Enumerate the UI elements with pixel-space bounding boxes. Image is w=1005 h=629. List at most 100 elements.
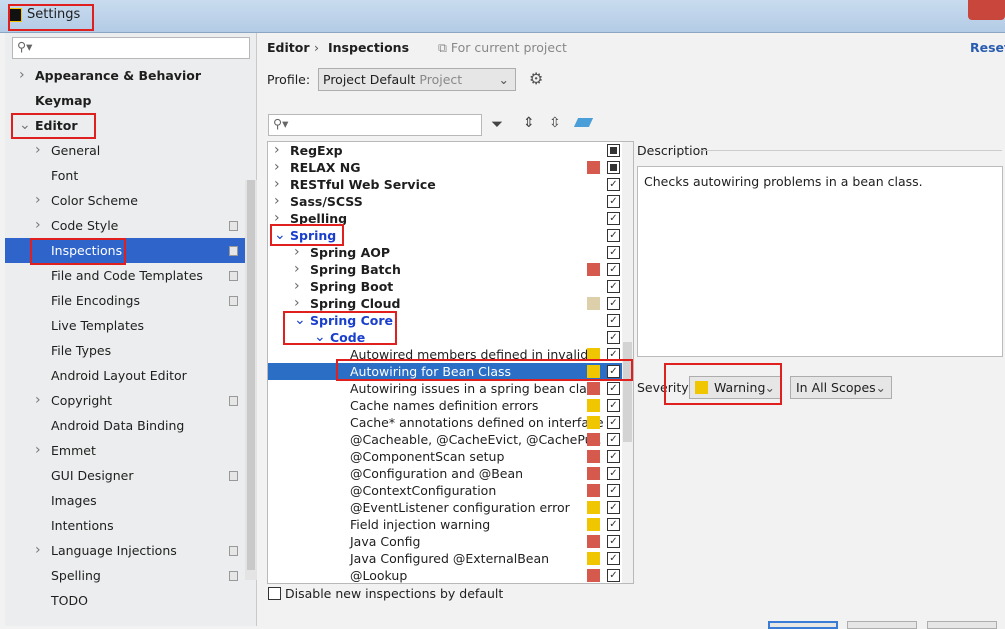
sidebar-item[interactable]: › Color Scheme — [5, 188, 245, 213]
chevron-right-icon[interactable]: › — [19, 63, 25, 88]
chevron-right-icon[interactable]: › — [35, 188, 41, 213]
sidebar-item[interactable]: Inspections — [5, 238, 245, 263]
tree-row[interactable]: Java Config ✓ — [268, 533, 622, 550]
sidebar-item[interactable]: › General — [5, 138, 245, 163]
tree-row[interactable]: @Cacheable, @CacheEvict, @CachePut, ✓ — [268, 431, 622, 448]
tree-row[interactable]: @Configuration and @Bean ✓ — [268, 465, 622, 482]
chevron-down-icon[interactable]: ⌄ — [19, 113, 31, 138]
tree-row[interactable]: Field injection warning ✓ — [268, 516, 622, 533]
chevron-right-icon[interactable]: › — [35, 213, 41, 238]
inspection-checkbox[interactable]: ✓ — [607, 501, 620, 514]
chevron-down-icon[interactable]: ⌄ — [314, 329, 326, 346]
tree-row[interactable]: › Spring Batch ✓ — [268, 261, 622, 278]
sidebar-item[interactable]: › Copyright — [5, 388, 245, 413]
collapse-all-icon[interactable]: ⇳ — [549, 115, 561, 131]
tree-row[interactable]: ⌄ Spring ✓ — [268, 227, 622, 244]
sidebar-item[interactable]: File and Code Templates — [5, 263, 245, 288]
tree-row[interactable]: ⌄ Spring Core ✓ — [268, 312, 622, 329]
sidebar-item[interactable]: Intentions — [5, 513, 245, 538]
tree-row[interactable]: Cache names definition errors ✓ — [268, 397, 622, 414]
sidebar-item[interactable]: Font — [5, 163, 245, 188]
sidebar-item[interactable]: › Emmet — [5, 438, 245, 463]
sidebar-item[interactable]: File Types — [5, 338, 245, 363]
chevron-down-icon[interactable]: ⌄ — [274, 227, 286, 244]
inspection-checkbox[interactable]: ✓ — [607, 416, 620, 429]
breadcrumb-editor[interactable]: Editor — [267, 40, 310, 55]
sidebar-item[interactable]: TODO — [5, 588, 245, 613]
chevron-right-icon[interactable]: › — [274, 210, 280, 227]
inspection-checkbox[interactable]: ✓ — [607, 518, 620, 531]
disable-new-checkbox[interactable] — [268, 587, 281, 600]
inspection-checkbox[interactable]: ✓ — [607, 212, 620, 225]
inspection-checkbox[interactable]: ✓ — [607, 450, 620, 463]
inspection-checkbox[interactable]: ✓ — [607, 331, 620, 344]
sidebar-item[interactable]: Keymap — [5, 88, 245, 113]
tree-row[interactable]: Autowiring issues in a spring bean class… — [268, 380, 622, 397]
chevron-right-icon[interactable]: › — [274, 193, 280, 210]
tree-row[interactable]: Java Configured @ExternalBean ✓ — [268, 550, 622, 567]
sidebar-item[interactable]: Images — [5, 488, 245, 513]
inspection-checkbox[interactable]: ✓ — [607, 399, 620, 412]
tree-row[interactable]: Autowiring for Bean Class ✓ — [268, 363, 622, 380]
cancel-button[interactable] — [847, 621, 917, 629]
sidebar-item[interactable]: › Code Style — [5, 213, 245, 238]
severity-dropdown[interactable]: Warning ⌄ — [689, 376, 781, 399]
chevron-down-icon[interactable]: ⌄ — [294, 312, 306, 329]
inspection-checkbox[interactable]: ✓ — [607, 382, 620, 395]
chevron-right-icon[interactable]: › — [274, 176, 280, 193]
sidebar-item[interactable]: File Encodings — [5, 288, 245, 313]
filter-icon[interactable]: ⏷ — [491, 115, 503, 133]
tree-row[interactable]: › Spring AOP ✓ — [268, 244, 622, 261]
chevron-right-icon[interactable]: › — [35, 438, 41, 463]
tree-row[interactable]: @ContextConfiguration ✓ — [268, 482, 622, 499]
inspection-checkbox[interactable]: ✓ — [607, 365, 620, 378]
chevron-right-icon[interactable]: › — [294, 244, 300, 261]
inspection-checkbox[interactable]: ✓ — [607, 297, 620, 310]
tree-row[interactable]: › Spring Boot ✓ — [268, 278, 622, 295]
reset-link[interactable]: Reset — [970, 40, 1005, 55]
chevron-right-icon[interactable]: › — [274, 142, 280, 159]
tree-row[interactable]: › Spelling ✓ — [268, 210, 622, 227]
tree-row[interactable]: Cache* annotations defined on interface ✓ — [268, 414, 622, 431]
tree-row[interactable]: › Spring Cloud ✓ — [268, 295, 622, 312]
tree-row[interactable]: @EventListener configuration error ✓ — [268, 499, 622, 516]
inspection-checkbox[interactable]: ✓ — [607, 229, 620, 242]
inspection-checkbox[interactable]: ✓ — [607, 467, 620, 480]
tree-row[interactable]: › RESTful Web Service ✓ — [268, 176, 622, 193]
sidebar-item[interactable]: Android Data Binding — [5, 413, 245, 438]
inspection-search-input[interactable]: ⚲▾ — [268, 114, 482, 136]
profile-dropdown[interactable]: Project Default Project ⌄ — [318, 68, 516, 91]
inspection-checkbox[interactable]: ✓ — [607, 195, 620, 208]
inspection-checkbox[interactable] — [607, 144, 620, 157]
close-button[interactable] — [968, 0, 1005, 20]
sidebar-search-input[interactable]: ⚲▾ — [12, 37, 250, 59]
inspection-checkbox[interactable]: ✓ — [607, 348, 620, 361]
inspection-checkbox[interactable]: ✓ — [607, 178, 620, 191]
inspection-checkbox[interactable]: ✓ — [607, 246, 620, 259]
inspection-checkbox[interactable]: ✓ — [607, 280, 620, 293]
sidebar-scrollbar[interactable] — [245, 180, 257, 580]
tree-row[interactable]: ⌄ Code ✓ — [268, 329, 622, 346]
inspection-checkbox[interactable]: ✓ — [607, 569, 620, 582]
ok-button[interactable] — [768, 621, 838, 629]
expand-all-icon[interactable]: ⇕ — [523, 115, 535, 131]
sidebar-item[interactable]: GUI Designer — [5, 463, 245, 488]
inspection-checkbox[interactable]: ✓ — [607, 433, 620, 446]
apply-button[interactable] — [927, 621, 997, 629]
sidebar-item[interactable]: › Appearance & Behavior — [5, 63, 245, 88]
inspection-checkbox[interactable]: ✓ — [607, 535, 620, 548]
tree-row[interactable]: @ComponentScan setup ✓ — [268, 448, 622, 465]
tree-row[interactable]: Autowired members defined in invalid S ✓ — [268, 346, 622, 363]
sidebar-item[interactable]: Spelling — [5, 563, 245, 588]
tree-row[interactable]: › RegExp — [268, 142, 622, 159]
chevron-right-icon[interactable]: › — [274, 159, 280, 176]
inspection-checkbox[interactable] — [607, 161, 620, 174]
eraser-icon[interactable] — [573, 118, 594, 127]
tree-scrollbar[interactable] — [622, 142, 633, 583]
sidebar-item[interactable]: › Language Injections — [5, 538, 245, 563]
inspection-checkbox[interactable]: ✓ — [607, 484, 620, 497]
sidebar-item[interactable]: ⌄ Editor — [5, 113, 245, 138]
tree-row[interactable]: › RELAX NG — [268, 159, 622, 176]
chevron-right-icon[interactable]: › — [35, 388, 41, 413]
chevron-right-icon[interactable]: › — [35, 538, 41, 563]
